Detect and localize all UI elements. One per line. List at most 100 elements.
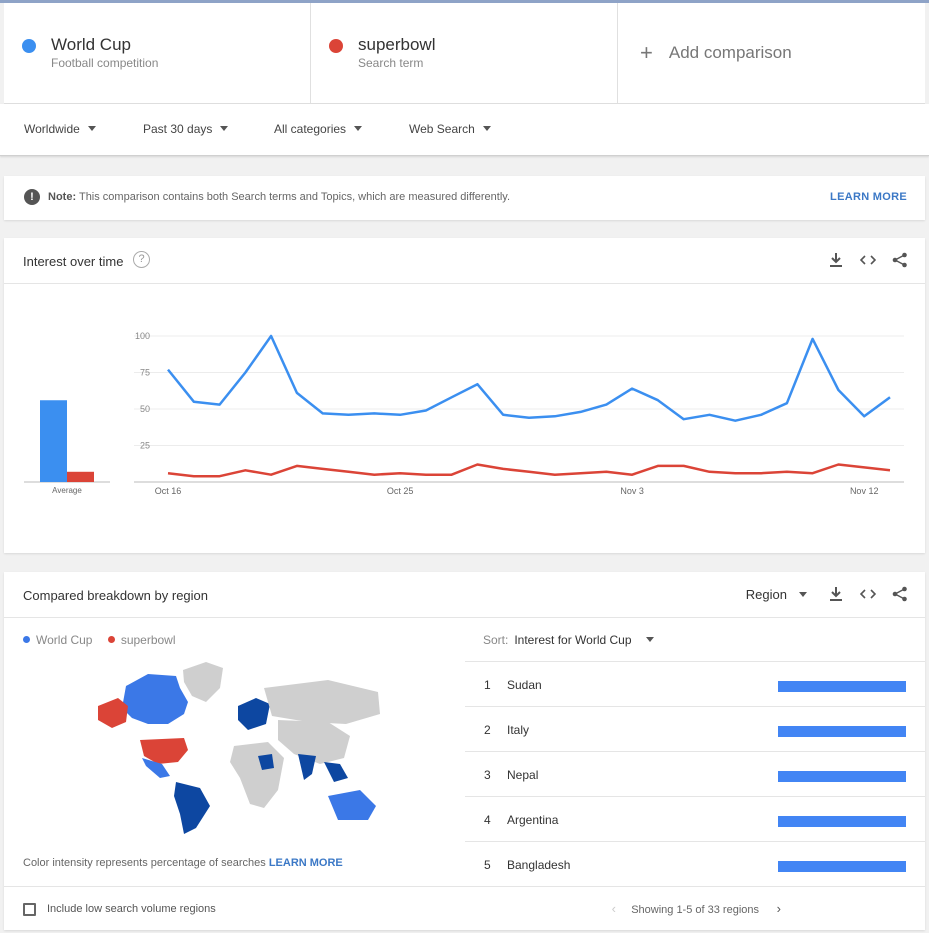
alaska-region[interactable] — [98, 698, 128, 728]
series-line-superbowl — [167, 463, 891, 478]
legend-world-cup: World Cup — [36, 633, 93, 647]
interest-bar — [778, 816, 906, 827]
legend-superbowl: superbowl — [120, 633, 176, 647]
greenland-region — [183, 662, 223, 702]
legend-dot — [23, 636, 30, 643]
interest-bar — [778, 771, 906, 782]
term-card-world-cup[interactable]: World Cup Football competition — [4, 3, 311, 103]
include-low-volume-label: Include low search volume regions — [47, 903, 216, 915]
legend-dot — [107, 636, 115, 643]
x-tick-label: Oct 25 — [387, 486, 414, 496]
average-bars — [24, 400, 110, 483]
rank-number: 4 — [484, 813, 491, 827]
region-filter-dropdown[interactable]: Worldwide — [24, 122, 96, 136]
europe-region[interactable] — [238, 698, 270, 730]
rank-number: 2 — [484, 723, 491, 737]
x-tick-label: Oct 16 — [155, 486, 182, 496]
term-name: World Cup — [51, 35, 131, 54]
category-filter-dropdown[interactable]: All categories — [274, 122, 363, 136]
term-name: superbowl — [358, 35, 436, 54]
caret-down-icon — [354, 126, 363, 131]
table-row[interactable]: 5 Bangladesh — [465, 841, 925, 886]
property-filter-dropdown[interactable]: Web Search — [409, 122, 491, 136]
table-row[interactable]: 2 Italy — [465, 706, 925, 751]
pagination-text: Showing 1-5 of 33 regions — [631, 904, 759, 916]
exclamation-icon: ! — [24, 189, 40, 205]
world-map[interactable] — [88, 658, 388, 838]
filters-bar: Worldwide Past 30 days All categories We… — [0, 104, 929, 156]
interest-over-time-chart: Average 25 50 75 100 Oct 16 Oct 25 Nov 3 Nov 1… — [24, 331, 904, 496]
y-tick-label: 25 — [140, 441, 150, 451]
include-low-volume-checkbox[interactable] — [23, 903, 36, 916]
learn-more-link[interactable]: LEARN MORE — [830, 191, 907, 203]
sort-value: Interest for World Cup — [514, 633, 632, 647]
series-line-world-cup — [167, 334, 891, 422]
x-tick-label: Nov 3 — [620, 486, 644, 496]
share-icon[interactable] — [891, 251, 909, 269]
share-icon[interactable] — [891, 585, 909, 603]
time-filter-label: Past 30 days — [143, 122, 213, 136]
rank-number: 1 — [484, 678, 491, 692]
africa-region[interactable] — [230, 742, 284, 808]
note-banner: ! Note: This comparison contains both Se… — [4, 176, 925, 220]
download-icon[interactable] — [827, 251, 845, 269]
canada-region[interactable] — [122, 674, 188, 724]
interest-bar — [778, 861, 906, 872]
add-comparison-button[interactable]: + Add comparison — [618, 3, 925, 103]
caret-down-icon — [645, 637, 654, 642]
help-icon[interactable]: ? — [133, 251, 150, 268]
card-tools: Region — [746, 585, 909, 603]
chart-series — [167, 334, 891, 478]
card-tools — [827, 251, 909, 269]
region-name: Italy — [507, 723, 530, 737]
x-tick-label: Nov 12 — [850, 486, 879, 496]
table-row[interactable]: 1 Sudan — [465, 661, 925, 706]
term-card-superbowl[interactable]: superbowl Search term — [311, 3, 618, 103]
table-row[interactable]: 4 Argentina — [465, 796, 925, 841]
sort-label: Sort: — [483, 633, 509, 647]
region-name: Bangladesh — [507, 858, 571, 872]
russia-region — [264, 680, 380, 724]
south-america-region[interactable] — [174, 782, 210, 834]
interest-bar — [778, 681, 906, 692]
average-bar-superbowl — [67, 471, 94, 482]
australia-region[interactable] — [328, 790, 376, 820]
india-region[interactable] — [298, 754, 316, 780]
x-axis-labels: Oct 16 Oct 25 Nov 3 Nov 12 — [155, 486, 879, 496]
caret-down-icon — [87, 126, 96, 131]
caret-down-icon — [482, 126, 491, 131]
card-header: Compared breakdown by region Region — [4, 572, 925, 618]
note-text: Note: This comparison contains both Sear… — [48, 191, 510, 203]
embed-code-icon[interactable] — [859, 585, 877, 603]
interest-bar — [778, 726, 906, 737]
region-resolution-dropdown[interactable]: Region — [746, 587, 807, 602]
download-icon[interactable] — [827, 585, 845, 603]
breakdown-footer: Include low search volume regions ‹ Show… — [4, 886, 925, 930]
term-color-dot — [329, 39, 343, 53]
embed-code-icon[interactable] — [859, 251, 877, 269]
color-note-learn-more-link[interactable]: LEARN MORE — [269, 857, 343, 869]
region-filter-label: Worldwide — [24, 122, 80, 136]
color-note-text: Color intensity represents percentage of… — [23, 857, 266, 869]
southeast-asia-region[interactable] — [324, 762, 348, 782]
interest-over-time-card: Interest over time ? Average 25 50 75 100 O… — [4, 238, 925, 553]
table-row[interactable]: 3 Nepal — [465, 751, 925, 796]
term-color-dot — [22, 39, 36, 53]
color-intensity-note: Color intensity represents percentage of… — [23, 857, 343, 869]
region-name: Nepal — [507, 768, 539, 782]
average-bar-world-cup — [40, 400, 67, 482]
caret-down-icon — [220, 126, 229, 131]
note-body: This comparison contains both Search ter… — [78, 191, 511, 203]
sort-control[interactable]: Sort: Interest for World Cup — [483, 633, 654, 647]
rank-number: 5 — [484, 858, 491, 872]
note-label: Note: — [48, 191, 77, 203]
plus-icon: + — [640, 40, 653, 65]
card-title: Interest over time — [23, 254, 124, 269]
chevron-right-icon[interactable]: › — [777, 901, 781, 916]
card-title: Compared breakdown by region — [23, 588, 208, 603]
time-filter-dropdown[interactable]: Past 30 days — [143, 122, 229, 136]
term-type: Search term — [358, 56, 424, 70]
term-type: Football competition — [51, 56, 159, 70]
caret-down-icon — [799, 591, 807, 597]
chevron-left-icon[interactable]: ‹ — [612, 901, 616, 916]
